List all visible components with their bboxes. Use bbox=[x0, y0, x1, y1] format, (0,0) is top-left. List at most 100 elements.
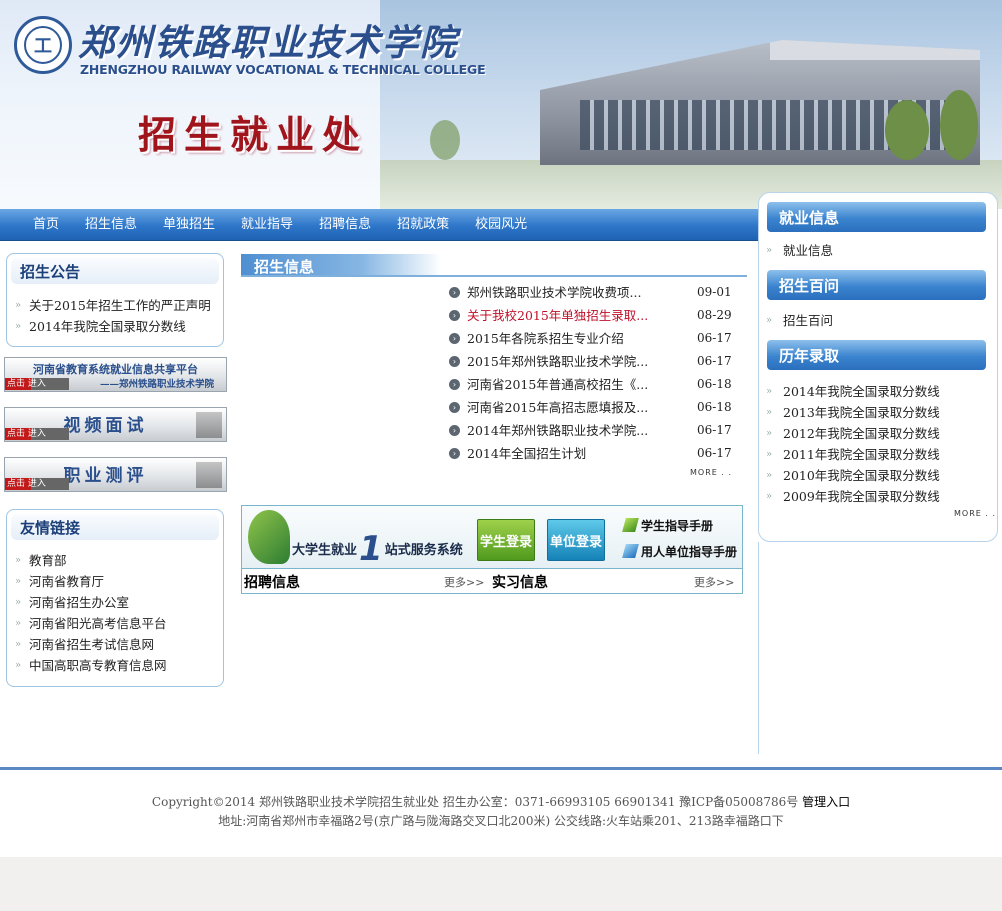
news-item[interactable]: › 2014年郑州铁路职业技术学院... 06-17 bbox=[448, 419, 748, 442]
news-date: 06-17 bbox=[697, 446, 732, 460]
links-box-title: 友情链接 bbox=[20, 519, 81, 537]
service-system-title[interactable]: 大学生就业1 站式服务系统 bbox=[292, 532, 463, 566]
news-item[interactable]: › 河南省2015年普通高校招生《... 06-18 bbox=[448, 373, 748, 396]
history-more-link[interactable]: MORE . . bbox=[954, 509, 996, 518]
news-title: 河南省2015年普通高校招生《... bbox=[467, 377, 649, 392]
notice-item[interactable]: 关于2015年招生工作的严正声明 bbox=[15, 295, 211, 316]
arrow-right-icon: › bbox=[449, 379, 460, 390]
link-item[interactable]: 中国高职高专教育信息网 bbox=[15, 655, 167, 676]
link-item[interactable]: 河南省招生办公室 bbox=[15, 592, 167, 613]
tree-decoration bbox=[885, 100, 929, 160]
history-item[interactable]: 2013年我院全国录取分数线 bbox=[765, 402, 940, 423]
news-item[interactable]: › 关于我校2015年单独招生录取... 08-29 bbox=[448, 304, 748, 327]
history-admission-list: 2014年我院全国录取分数线 2013年我院全国录取分数线 2012年我院全国录… bbox=[765, 381, 940, 507]
nav-item-independent-admission[interactable]: 单独招生 bbox=[151, 209, 227, 240]
arrow-right-icon: › bbox=[449, 402, 460, 413]
history-admission-header[interactable]: 历年录取 bbox=[767, 340, 986, 370]
nav-item-campus-scenery[interactable]: 校园风光 bbox=[463, 209, 539, 240]
links-box-header: 友情链接 bbox=[11, 514, 219, 540]
internship-info-title: 实习信息 bbox=[492, 575, 548, 591]
footer-divider bbox=[0, 767, 1002, 770]
news-date: 06-17 bbox=[697, 423, 732, 437]
nav-item-policy[interactable]: 招就政策 bbox=[385, 209, 461, 240]
logo-seal-inner: 工 bbox=[24, 26, 62, 64]
promo-enter-label: 点击 进入 bbox=[5, 378, 69, 390]
links-box: 友情链接 教育部 河南省教育厅 河南省招生办公室 河南省阳光高考信息平台 河南省… bbox=[6, 509, 224, 687]
news-title: 2015年各院系招生专业介绍 bbox=[467, 331, 624, 346]
admission-info-tab[interactable]: 招生信息 bbox=[241, 254, 441, 276]
link-item[interactable]: 河南省招生考试信息网 bbox=[15, 634, 167, 655]
bar-chart-icon bbox=[196, 462, 222, 488]
service-leaf-icon bbox=[248, 510, 290, 564]
history-item[interactable]: 2010年我院全国录取分数线 bbox=[765, 465, 940, 486]
admission-info-title: 招生信息 bbox=[254, 258, 315, 276]
news-date: 06-18 bbox=[697, 400, 732, 414]
news-item[interactable]: › 河南省2015年高招志愿填报及... 06-18 bbox=[448, 396, 748, 419]
copyright-text: Copyright©2014 郑州铁路职业技术学院招生就业处 招生办公室：037… bbox=[151, 795, 799, 809]
employment-info-header[interactable]: 就业信息 bbox=[767, 202, 986, 232]
arrow-right-icon: › bbox=[449, 287, 460, 298]
camera-icon bbox=[196, 412, 222, 438]
job-service-box: 大学生就业1 站式服务系统 学生登录 单位登录 学生指导手册 用人单位指导手册 招… bbox=[241, 505, 743, 594]
history-item[interactable]: 2009年我院全国录取分数线 bbox=[765, 486, 940, 507]
job-info-platform-banner[interactable]: 河南省教育系统就业信息共享平台 点击 进入 ——郑州铁路职业技术学院 bbox=[4, 357, 227, 392]
nav-item-recruitment-info[interactable]: 招聘信息 bbox=[307, 209, 383, 240]
college-name-en: ZHENGZHOU RAILWAY VOCATIONAL & TECHNICAL… bbox=[80, 62, 486, 77]
notice-item[interactable]: 2014年我院全国录取分数线 bbox=[15, 316, 211, 337]
history-item[interactable]: 2014年我院全国录取分数线 bbox=[765, 381, 940, 402]
nav-item-employment-guidance[interactable]: 就业指导 bbox=[229, 209, 305, 240]
link-item[interactable]: 河南省阳光高考信息平台 bbox=[15, 613, 167, 634]
news-item[interactable]: › 2015年郑州铁路职业技术学院... 06-17 bbox=[448, 350, 748, 373]
news-date: 09-01 bbox=[697, 285, 732, 299]
job-service-banner: 大学生就业1 站式服务系统 学生登录 单位登录 学生指导手册 用人单位指导手册 bbox=[242, 506, 742, 569]
recruitment-more-link[interactable]: 更多>> bbox=[444, 574, 484, 590]
employer-guide-link[interactable]: 用人单位指导手册 bbox=[622, 543, 738, 560]
student-guide-link[interactable]: 学生指导手册 bbox=[622, 517, 713, 534]
right-sidebar: 就业信息 就业信息 招生百问 招生百问 历年录取 2014年我院全国录取分数线 … bbox=[758, 192, 998, 542]
employment-info-item[interactable]: 就业信息 bbox=[765, 240, 833, 261]
faq-title: 招生百问 bbox=[779, 277, 840, 295]
service-title-part-b: 站式服务系统 bbox=[384, 543, 463, 558]
news-title: 郑州铁路职业技术学院收费项... bbox=[467, 285, 642, 300]
faq-item[interactable]: 招生百问 bbox=[765, 310, 833, 331]
employer-login-button[interactable]: 单位登录 bbox=[547, 519, 605, 561]
page: 工 郑州铁路职业技术学院 ZHENGZHOU RAILWAY VOCATIONA… bbox=[0, 0, 1002, 857]
admission-more-link[interactable]: MORE . . bbox=[690, 468, 732, 477]
link-item[interactable]: 教育部 bbox=[15, 550, 167, 571]
office-title: 招生就业处 bbox=[138, 112, 369, 157]
video-interview-banner[interactable]: 视频面试 点击 进入 bbox=[4, 407, 227, 442]
history-item[interactable]: 2012年我院全国录取分数线 bbox=[765, 423, 940, 444]
employment-info-list: 就业信息 bbox=[765, 240, 833, 261]
news-item[interactable]: › 2014年全国招生计划 06-17 bbox=[448, 442, 748, 465]
college-logo-icon[interactable]: 工 bbox=[14, 16, 72, 74]
employer-guide-label: 用人单位指导手册 bbox=[641, 545, 738, 559]
faq-list: 招生百问 bbox=[765, 310, 833, 331]
faq-header[interactable]: 招生百问 bbox=[767, 270, 986, 300]
book-icon bbox=[622, 518, 639, 532]
admin-entry-link[interactable]: 管理入口 bbox=[802, 795, 850, 809]
history-item[interactable]: 2011年我院全国录取分数线 bbox=[765, 444, 940, 465]
news-date: 08-29 bbox=[697, 308, 732, 322]
footer-line-1: Copyright©2014 郑州铁路职业技术学院招生就业处 招生办公室：037… bbox=[0, 793, 1002, 812]
arrow-right-icon: › bbox=[449, 356, 460, 367]
news-title: 河南省2015年高招志愿填报及... bbox=[467, 400, 649, 415]
arrow-right-icon: › bbox=[449, 448, 460, 459]
news-item[interactable]: › 2015年各院系招生专业介绍 06-17 bbox=[448, 327, 748, 350]
notice-box: 招生公告 关于2015年招生工作的严正声明 2014年我院全国录取分数线 bbox=[6, 253, 224, 347]
employment-info-title: 就业信息 bbox=[779, 209, 840, 227]
news-item[interactable]: › 郑州铁路职业技术学院收费项... 09-01 bbox=[448, 281, 748, 304]
nav-item-admission-info[interactable]: 招生信息 bbox=[73, 209, 149, 240]
student-login-button[interactable]: 学生登录 bbox=[477, 519, 535, 561]
link-item[interactable]: 河南省教育厅 bbox=[15, 571, 167, 592]
notice-box-header: 招生公告 bbox=[11, 258, 219, 284]
book-icon bbox=[622, 544, 639, 558]
news-title: 2014年郑州铁路职业技术学院... bbox=[467, 423, 649, 438]
job-info-row: 招聘信息 更多>> 实习信息 更多>> bbox=[242, 570, 742, 593]
arrow-right-icon: › bbox=[449, 425, 460, 436]
career-assessment-banner[interactable]: 职业测评 点击 进入 bbox=[4, 457, 227, 492]
service-title-part-a: 大学生就业 bbox=[292, 543, 358, 558]
footer-address: 地址:河南省郑州市幸福路2号(京广路与陇海路交叉口北200米) 公交线路:火车站… bbox=[218, 814, 784, 828]
college-name-cn: 郑州铁路职业技术学院 bbox=[78, 22, 459, 64]
internship-more-link[interactable]: 更多>> bbox=[694, 574, 734, 590]
nav-item-home[interactable]: 首页 bbox=[21, 209, 71, 240]
